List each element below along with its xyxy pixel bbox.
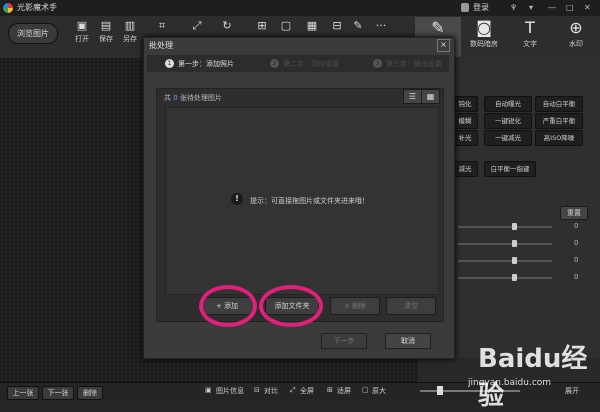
remove-button[interactable]: × 删除 [330, 297, 380, 315]
save-label: 保存 [99, 35, 113, 43]
highlight-circle [199, 285, 257, 327]
compare-icon: ⊟ [254, 386, 260, 394]
panel-button[interactable]: 模糊 [452, 113, 478, 129]
watermark-icon: ⊕ [569, 18, 583, 37]
tab-text[interactable]: T 文字 [507, 17, 553, 57]
save-as-label: 另存 [123, 35, 137, 43]
slider-track[interactable] [458, 226, 552, 228]
count-prefix: 共 [164, 94, 171, 102]
panel-button[interactable]: 自动曝光 [484, 96, 532, 112]
prev-image-button[interactable]: 上一张 [7, 386, 39, 400]
panel-button[interactable]: 钝化 [452, 96, 478, 112]
step-1-label: 第一步：添加照片 [178, 60, 234, 68]
slider-knob[interactable] [512, 257, 517, 264]
fullscreen-link[interactable]: 全屏 [300, 386, 314, 396]
brush-icon: ✎ [353, 19, 363, 32]
save-icon: ▤ [100, 19, 112, 32]
more-icon: ··· [375, 19, 387, 32]
slider-value: 0 [574, 222, 579, 230]
reset-button[interactable]: 重置 [560, 206, 588, 220]
photo-count: 共 0 张待处理图片 [164, 93, 222, 103]
slider-track[interactable] [458, 277, 552, 279]
skin-icon[interactable]: ▾ [529, 3, 533, 12]
slider-value: 0 [574, 273, 579, 281]
rotate-icon: ↻ [222, 19, 232, 32]
user-icon[interactable] [461, 3, 469, 12]
panel-button[interactable]: 一键减光 [484, 130, 532, 146]
tab-watermark[interactable]: ⊕ 水印 [553, 17, 599, 57]
save-as-button[interactable]: ▥ 另存 [118, 18, 142, 54]
count-suffix: 张待处理图片 [179, 94, 222, 102]
panel-button[interactable]: 严重白平衡 [535, 113, 583, 129]
panel-button[interactable]: 补光 [452, 130, 478, 146]
original-size-icon: ▢ [362, 386, 369, 394]
drop-hint-text: 提示：可直接拖图片或文件夹进来哦！ [250, 197, 369, 205]
list-view-icon[interactable]: ☰ [403, 89, 422, 104]
open-button[interactable]: ▣ 打开 [70, 18, 94, 54]
add-icon: ⊞ [257, 19, 267, 32]
panel-button[interactable]: 高ISO降噪 [535, 130, 583, 146]
save-button[interactable]: ▤ 保存 [94, 18, 118, 54]
zoom-knob[interactable] [437, 386, 443, 395]
baidu-watermark-logo: Baidu经验 [478, 344, 588, 411]
slider-knob[interactable] [512, 223, 517, 230]
close-icon[interactable]: ✕ [584, 3, 591, 12]
slider-value: 0 [574, 239, 579, 247]
panel-button[interactable]: 白平衡一指键 [484, 161, 536, 177]
next-image-button[interactable]: 下一张 [42, 386, 74, 400]
cancel-button[interactable]: 取消 [385, 333, 431, 349]
compare-link[interactable]: 对比 [264, 386, 278, 396]
open-icon: ▣ [76, 19, 88, 32]
clear-button[interactable]: 清空 [386, 297, 436, 315]
delete-image-button[interactable]: 删除 [77, 386, 103, 400]
step-2-number: 2 [270, 59, 279, 68]
fit-link[interactable]: 适屏 [337, 386, 351, 396]
slider-knob[interactable] [512, 240, 517, 247]
fit-icon: ⊞ [327, 386, 333, 394]
login-link[interactable]: 登录 [473, 2, 489, 13]
camera-icon: ◙ [476, 18, 492, 37]
panel-button[interactable]: 自动白平衡 [535, 96, 583, 112]
highlight-circle [259, 285, 323, 327]
step-3-number: 3 [373, 59, 382, 68]
fullscreen-icon: ⤢ [290, 386, 296, 394]
crop-icon: ⌗ [158, 19, 166, 32]
info-icon: ▣ [205, 386, 212, 394]
dialog-title: 批处理 [149, 41, 173, 50]
tab-darkroom-label: 数码暗房 [470, 40, 498, 48]
exclamation-icon: ! [231, 193, 243, 205]
open-label: 打开 [75, 35, 89, 43]
save-as-icon: ▥ [124, 19, 136, 32]
grid-view-icon[interactable]: ▦ [421, 89, 440, 104]
slider-knob[interactable] [512, 274, 517, 281]
app-title: 光影魔术手 [17, 3, 57, 12]
tab-darkroom[interactable]: ◙ 数码暗房 [461, 17, 507, 57]
original-size-link[interactable]: 原大 [372, 386, 386, 396]
menu-icon[interactable]: ♆ [510, 3, 517, 12]
next-step-button[interactable]: 下一步 [321, 333, 367, 349]
step-3-label: 第三步：输出设置 [386, 60, 442, 68]
minimize-icon[interactable]: — [548, 3, 556, 12]
calendar-icon: ▦ [306, 19, 318, 32]
count-number: 0 [173, 94, 178, 102]
browse-images-button[interactable]: 浏览图片 [8, 23, 58, 44]
image-info-link[interactable]: 图片信息 [216, 386, 244, 396]
app-logo-icon [3, 3, 13, 13]
slider-track[interactable] [458, 260, 552, 262]
panel-button[interactable]: 减光 [452, 161, 478, 177]
slider-track[interactable] [458, 243, 552, 245]
frame-icon: ▢ [280, 19, 292, 32]
slider-value: 0 [574, 256, 579, 264]
tab-watermark-label: 水印 [569, 40, 583, 48]
maximize-icon[interactable]: □ [566, 3, 574, 12]
text-icon: T [525, 18, 535, 37]
dialog-close-icon[interactable]: × [437, 39, 450, 52]
tab-text-label: 文字 [523, 40, 537, 48]
step-1-number: 1 [165, 59, 174, 68]
baidu-watermark-url: jingyan.baidu.com [468, 378, 552, 388]
step-2-label: 第二步：动作设置 [283, 60, 339, 68]
panel-button[interactable]: 一键锐化 [484, 113, 532, 129]
edit-icon: ✎ [431, 18, 445, 37]
resize-icon: ⤢ [192, 19, 202, 32]
